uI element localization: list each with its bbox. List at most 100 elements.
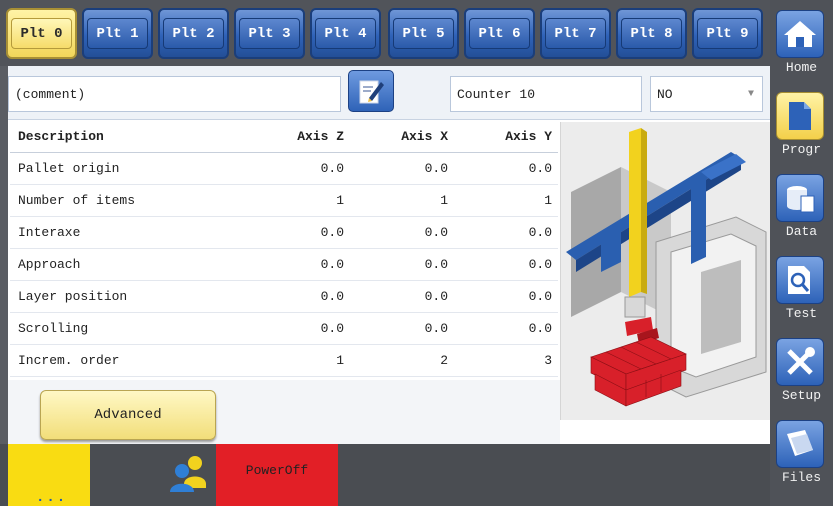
sidebar-item-home[interactable]: Home [770, 0, 833, 82]
sidebar-item-data[interactable]: Data [770, 164, 833, 246]
cell-axis-y[interactable]: 0.0 [454, 312, 558, 345]
data-icon [787, 186, 815, 213]
row-description: Increm. order [10, 344, 246, 377]
tab-plt-3[interactable]: Plt 3 [234, 8, 305, 59]
table-row[interactable]: Layer position 0.0 0.0 0.0 [10, 280, 558, 313]
sidebar: Home Progr Data Test Setup Files [770, 0, 833, 506]
tab-plt-1[interactable]: Plt 1 [82, 8, 153, 59]
sidebar-item-files[interactable]: Files [770, 410, 833, 492]
tab-plt-0[interactable]: Plt 0 [6, 8, 77, 59]
tab-plt-8[interactable]: Plt 8 [616, 8, 687, 59]
sidebar-item-label: Progr [781, 142, 821, 157]
cell-axis-x[interactable]: 0.0 [350, 312, 454, 345]
edit-icon [359, 80, 384, 104]
row-description: Number of items [10, 184, 246, 217]
data-button[interactable] [776, 174, 824, 222]
table-row[interactable]: Approach 0.0 0.0 0.0 [10, 248, 558, 281]
column-header: Axis X [350, 122, 454, 153]
progr-button[interactable] [776, 92, 824, 140]
cell-axis-z[interactable]: 0.0 [246, 312, 350, 345]
cell-axis-y[interactable]: 3 [454, 344, 558, 377]
edit-button[interactable] [348, 70, 394, 112]
column-header: Axis Z [246, 122, 350, 153]
sidebar-item-label: Data [785, 224, 818, 239]
sidebar-item-progr[interactable]: Progr [770, 82, 833, 164]
setup-button[interactable] [776, 338, 824, 386]
cell-axis-z[interactable]: 1 [246, 184, 350, 217]
column-header: Description [10, 122, 246, 153]
cell-axis-z[interactable]: 0.0 [246, 216, 350, 249]
pallet-panel: (comment) Counter 10 NO ▼ Description Ax… [8, 66, 770, 444]
tab-plt-2[interactable]: Plt 2 [158, 8, 229, 59]
cell-axis-z[interactable]: 0.0 [246, 248, 350, 281]
advanced-button[interactable]: Advanced [40, 390, 216, 440]
cell-axis-x[interactable]: 0.0 [350, 280, 454, 313]
cell-axis-z[interactable]: 1 [246, 344, 350, 377]
tab-label: Plt 6 [469, 18, 530, 49]
cell-axis-y[interactable]: 0.0 [454, 152, 558, 185]
files-icon [787, 430, 813, 456]
palletizer-illustration [560, 122, 770, 420]
sidebar-item-setup[interactable]: Setup [770, 328, 833, 410]
advanced-bar: Advanced [8, 380, 560, 444]
panel-topbar: (comment) Counter 10 NO ▼ [8, 66, 770, 120]
users-icon[interactable] [168, 454, 208, 494]
cell-axis-z[interactable]: 0.0 [246, 280, 350, 313]
row-description: Scrolling [10, 312, 246, 345]
tab-label: Plt 9 [697, 18, 758, 49]
files-button[interactable] [776, 420, 824, 468]
home-button[interactable] [776, 10, 824, 58]
poweroff-button[interactable]: PowerOff [216, 444, 338, 506]
counter-field[interactable]: Counter 10 [450, 76, 642, 112]
cell-axis-y[interactable]: 0.0 [454, 280, 558, 313]
sidebar-item-test[interactable]: Test [770, 246, 833, 328]
sidebar-item-label: Home [785, 60, 818, 75]
cell-axis-x[interactable]: 0.0 [350, 248, 454, 281]
menu-button[interactable]: ... [8, 444, 90, 506]
home-icon [784, 21, 816, 47]
table-header-row: Description Axis Z Axis X Axis Y [10, 122, 558, 153]
chevron-down-icon: ▼ [747, 89, 754, 100]
table-row[interactable]: Scrolling 0.0 0.0 0.0 [10, 312, 558, 345]
row-description: Layer position [10, 280, 246, 313]
cell-axis-y[interactable]: 1 [454, 184, 558, 217]
tab-plt-4[interactable]: Plt 4 [310, 8, 381, 59]
table-row[interactable]: Number of items 1 1 1 [10, 184, 558, 217]
table-row[interactable]: Interaxe 0.0 0.0 0.0 [10, 216, 558, 249]
tab-label: Plt 0 [11, 18, 72, 49]
cell-axis-x[interactable]: 1 [350, 184, 454, 217]
table-row[interactable]: Pallet origin 0.0 0.0 0.0 [10, 152, 558, 185]
sidebar-item-label: Files [781, 470, 821, 485]
table-row[interactable]: Increm. order 1 2 3 [10, 344, 558, 377]
cell-axis-x[interactable]: 2 [350, 344, 454, 377]
comment-field[interactable]: (comment) [8, 76, 341, 112]
tab-plt-5[interactable]: Plt 5 [388, 8, 459, 59]
cell-axis-z[interactable]: 0.0 [246, 152, 350, 185]
cell-axis-x[interactable]: 0.0 [350, 152, 454, 185]
pallet-tab-strip: Plt 0 Plt 1 Plt 2 Plt 3 Plt 4 Plt 5 Plt … [0, 0, 770, 66]
tab-label: Plt 7 [545, 18, 606, 49]
parameters-table: Description Axis Z Axis X Axis Y Pallet … [10, 122, 558, 377]
row-description: Pallet origin [10, 152, 246, 185]
tab-plt-7[interactable]: Plt 7 [540, 8, 611, 59]
test-icon [788, 266, 810, 294]
cell-axis-y[interactable]: 0.0 [454, 216, 558, 249]
sidebar-item-label: Test [785, 306, 818, 321]
tools-icon [787, 347, 815, 375]
tab-plt-6[interactable]: Plt 6 [464, 8, 535, 59]
tab-plt-9[interactable]: Plt 9 [692, 8, 763, 59]
tab-label: Plt 1 [87, 18, 148, 49]
column-header: Axis Y [454, 122, 558, 153]
test-button[interactable] [776, 256, 824, 304]
cell-axis-y[interactable]: 0.0 [454, 248, 558, 281]
tab-label: Plt 3 [239, 18, 300, 49]
tab-label: Plt 4 [315, 18, 376, 49]
tab-label: Plt 2 [163, 18, 224, 49]
tab-label: Plt 5 [393, 18, 454, 49]
more-dots: ... [36, 490, 68, 506]
dropdown-value: NO [657, 86, 673, 102]
document-icon [789, 102, 811, 130]
mode-dropdown[interactable]: NO ▼ [650, 76, 763, 112]
cell-axis-x[interactable]: 0.0 [350, 216, 454, 249]
sidebar-item-label: Setup [781, 388, 821, 403]
